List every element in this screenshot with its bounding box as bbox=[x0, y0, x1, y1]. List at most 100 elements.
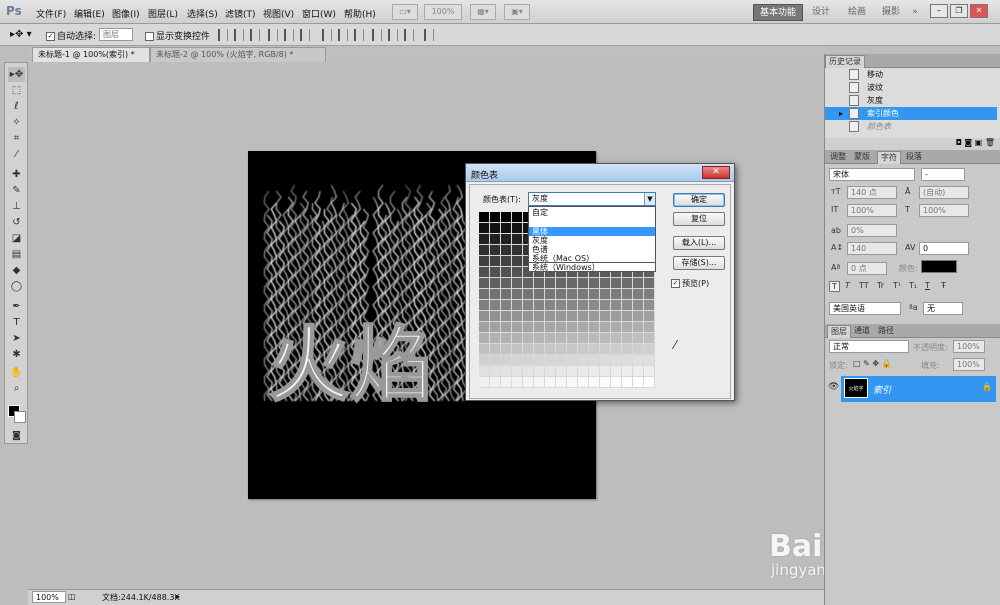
color-swatch[interactable] bbox=[523, 322, 534, 333]
move-tool-icon[interactable]: ▸✥ bbox=[8, 67, 25, 82]
eyedropper-tool-icon[interactable]: ⁄ bbox=[8, 147, 25, 162]
healing-brush-tool-icon[interactable]: ✚ bbox=[8, 167, 25, 182]
workspace-painting[interactable]: 绘画 bbox=[843, 4, 871, 21]
color-swatch[interactable] bbox=[622, 333, 633, 344]
color-swatch[interactable] bbox=[512, 212, 523, 223]
color-swatch[interactable] bbox=[501, 377, 512, 388]
color-swatch[interactable] bbox=[556, 289, 567, 300]
color-swatch[interactable] bbox=[501, 256, 512, 267]
color-swatch[interactable] bbox=[600, 300, 611, 311]
color-swatch[interactable] bbox=[600, 355, 611, 366]
option-black-body[interactable]: 黑体 bbox=[529, 227, 655, 236]
history-panel-tab[interactable]: 历史记录 bbox=[825, 55, 865, 68]
color-swatch[interactable] bbox=[567, 355, 578, 366]
color-swatch[interactable] bbox=[490, 377, 501, 388]
color-swatch[interactable] bbox=[578, 278, 589, 289]
shape-tool-icon[interactable]: ✱ bbox=[8, 347, 25, 362]
color-swatch[interactable] bbox=[622, 322, 633, 333]
color-swatch[interactable] bbox=[523, 344, 534, 355]
color-swatch[interactable] bbox=[633, 300, 644, 311]
align-vcenter-icon[interactable] bbox=[234, 29, 244, 41]
color-swatch[interactable] bbox=[490, 289, 501, 300]
color-swatch[interactable] bbox=[567, 377, 578, 388]
color-swatch[interactable] bbox=[611, 377, 622, 388]
color-swatch[interactable] bbox=[479, 333, 490, 344]
color-swatch[interactable] bbox=[545, 366, 556, 377]
color-swatch[interactable] bbox=[490, 300, 501, 311]
color-swatch[interactable] bbox=[633, 377, 644, 388]
workspace-essentials[interactable]: 基本功能 bbox=[753, 4, 803, 21]
color-swatch[interactable] bbox=[600, 366, 611, 377]
history-footer-icons[interactable]: ◘ ◙ ▣ 🗑 bbox=[825, 138, 1000, 150]
color-swatch[interactable] bbox=[611, 344, 622, 355]
color-swatch[interactable] bbox=[644, 311, 655, 322]
color-swatch[interactable] bbox=[589, 377, 600, 388]
color-swatch[interactable] bbox=[479, 322, 490, 333]
color-swatch[interactable] bbox=[545, 344, 556, 355]
color-swatch[interactable] bbox=[490, 278, 501, 289]
color-swatch[interactable] bbox=[578, 300, 589, 311]
color-swatch[interactable] bbox=[523, 377, 534, 388]
color-swatch[interactable] bbox=[479, 267, 490, 278]
color-swatch[interactable] bbox=[545, 333, 556, 344]
color-swatch[interactable] bbox=[490, 234, 501, 245]
kerning2-field[interactable]: 0 bbox=[919, 242, 969, 255]
align-bottom-icon[interactable] bbox=[250, 29, 260, 41]
subscript-button[interactable]: T₁ bbox=[909, 281, 917, 290]
workspace-design[interactable]: 设计 bbox=[807, 4, 835, 21]
color-swatch[interactable] bbox=[512, 322, 523, 333]
color-swatch[interactable] bbox=[622, 377, 633, 388]
align-hcenter-icon[interactable] bbox=[284, 29, 294, 41]
color-swatch[interactable] bbox=[512, 223, 523, 234]
color-swatch[interactable] bbox=[556, 278, 567, 289]
background-color-swatch[interactable] bbox=[14, 411, 26, 423]
color-swatch[interactable] bbox=[534, 322, 545, 333]
color-swatch[interactable] bbox=[567, 289, 578, 300]
leading-field[interactable]: (自动) bbox=[919, 186, 969, 199]
color-swatch[interactable] bbox=[578, 355, 589, 366]
marquee-tool-icon[interactable]: ⬚ bbox=[8, 83, 25, 98]
color-swatch[interactable] bbox=[611, 322, 622, 333]
language-dropdown[interactable]: 美国英语 bbox=[829, 302, 901, 315]
color-swatch[interactable] bbox=[556, 333, 567, 344]
path-selection-tool-icon[interactable]: ➤ bbox=[8, 331, 25, 346]
color-swatch[interactable] bbox=[523, 366, 534, 377]
color-swatch[interactable] bbox=[534, 355, 545, 366]
color-swatch[interactable] bbox=[589, 289, 600, 300]
anti-alias-dropdown[interactable]: 无 bbox=[923, 302, 963, 315]
color-swatch[interactable] bbox=[512, 234, 523, 245]
color-swatch[interactable] bbox=[479, 278, 490, 289]
menu-filter[interactable]: 滤镜(T) bbox=[225, 7, 256, 20]
color-swatch[interactable] bbox=[567, 300, 578, 311]
workspace-photography[interactable]: 摄影 bbox=[877, 4, 905, 21]
hand-tool-icon[interactable]: ✋ bbox=[8, 365, 25, 380]
color-swatch[interactable] bbox=[556, 377, 567, 388]
color-swatch[interactable] bbox=[501, 366, 512, 377]
color-swatch[interactable] bbox=[567, 333, 578, 344]
crop-tool-icon[interactable]: ⌗ bbox=[8, 131, 25, 146]
history-item[interactable]: 移动 bbox=[825, 68, 997, 81]
color-table-select[interactable]: 灰度 ▼ bbox=[528, 192, 656, 206]
color-swatch[interactable] bbox=[512, 333, 523, 344]
color-swatch[interactable] bbox=[545, 289, 556, 300]
faux-bold-button[interactable]: T bbox=[829, 281, 840, 292]
color-swatch[interactable] bbox=[578, 322, 589, 333]
color-swatch[interactable] bbox=[633, 366, 644, 377]
color-swatch[interactable] bbox=[622, 344, 633, 355]
color-swatch[interactable] bbox=[490, 322, 501, 333]
color-swatch[interactable] bbox=[501, 267, 512, 278]
color-swatch[interactable] bbox=[589, 300, 600, 311]
color-swatch[interactable] bbox=[479, 212, 490, 223]
color-swatch[interactable] bbox=[611, 289, 622, 300]
distribute-bottom-icon[interactable] bbox=[354, 29, 364, 41]
option-custom[interactable]: 自定 bbox=[529, 208, 655, 218]
color-swatch[interactable] bbox=[622, 366, 633, 377]
distribute-vcenter-icon[interactable] bbox=[338, 29, 348, 41]
color-swatch[interactable] bbox=[622, 355, 633, 366]
color-swatch[interactable] bbox=[523, 289, 534, 300]
color-swatch[interactable] bbox=[567, 366, 578, 377]
color-swatch[interactable] bbox=[578, 366, 589, 377]
color-swatch[interactable] bbox=[633, 289, 644, 300]
color-swatch[interactable] bbox=[556, 300, 567, 311]
tab-masks[interactable]: 蒙版 bbox=[851, 151, 873, 164]
